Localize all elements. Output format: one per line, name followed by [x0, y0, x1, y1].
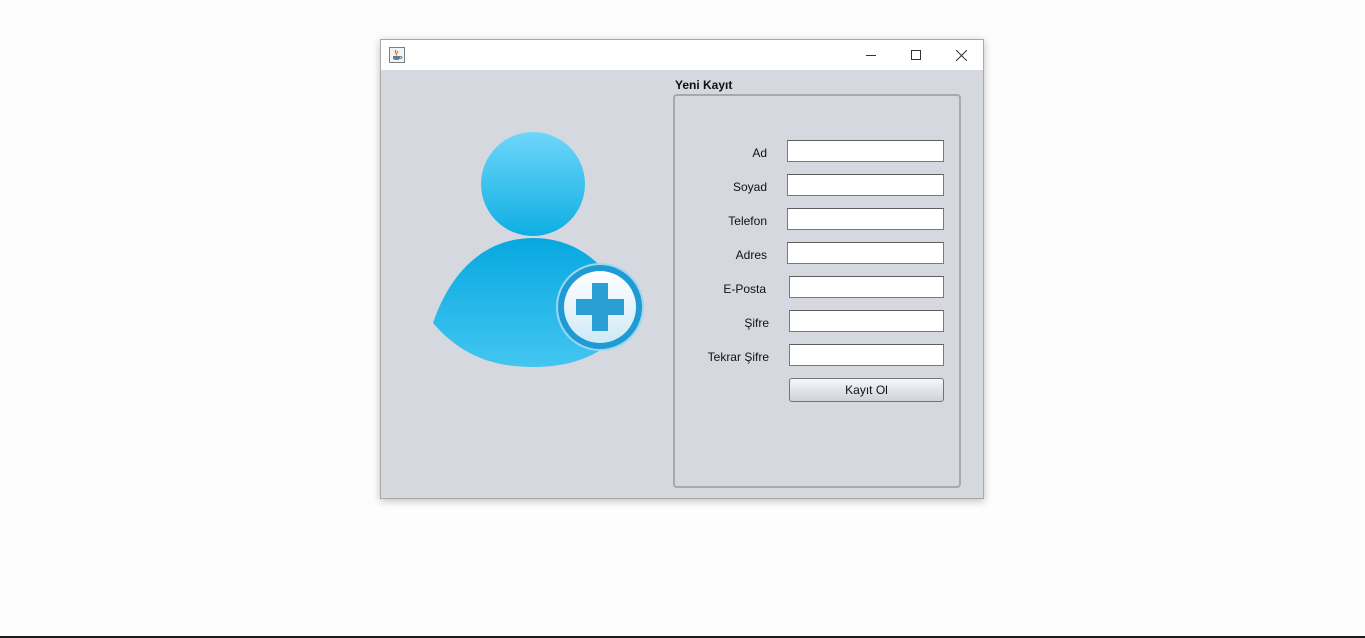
- register-button[interactable]: Kayıt Ol: [789, 378, 944, 402]
- password-label: Şifre: [744, 316, 769, 330]
- phone-label: Telefon: [728, 214, 767, 228]
- password-repeat-label: Tekrar Şifre: [707, 350, 769, 364]
- surname-label: Soyad: [732, 180, 767, 194]
- maximize-button[interactable]: [893, 40, 939, 70]
- name-field[interactable]: [787, 140, 944, 162]
- minimize-icon: [866, 55, 876, 56]
- surname-field[interactable]: [787, 174, 944, 196]
- java-cup-icon[interactable]: [389, 47, 405, 63]
- add-user-icon: [433, 132, 644, 367]
- address-label: Adres: [735, 248, 767, 262]
- phone-field[interactable]: [787, 208, 944, 230]
- email-label: E-Posta: [723, 282, 766, 296]
- maximize-icon: [911, 50, 921, 60]
- name-label: Ad: [752, 146, 767, 160]
- password-field[interactable]: [789, 310, 944, 332]
- address-field[interactable]: [787, 242, 944, 264]
- registration-window: Yeni Kayıt Ad Soyad Telefon Adres E-Post…: [380, 39, 984, 499]
- title-bar[interactable]: [381, 40, 983, 70]
- close-button[interactable]: [938, 40, 984, 70]
- group-title: Yeni Kayıt: [675, 78, 733, 92]
- minimize-button[interactable]: [848, 40, 894, 70]
- email-field[interactable]: [789, 276, 944, 298]
- close-icon: [955, 49, 967, 61]
- password-repeat-field[interactable]: [789, 344, 944, 366]
